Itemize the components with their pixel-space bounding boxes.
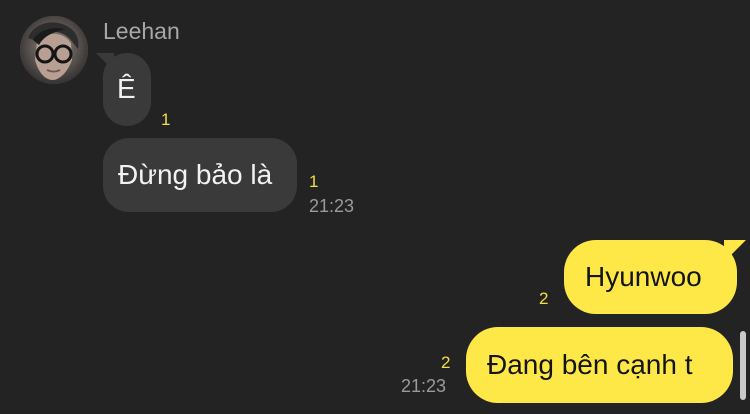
- incoming-message[interactable]: Ê: [103, 53, 151, 126]
- unread-count: 1: [309, 172, 319, 191]
- unread-count: 1: [161, 110, 171, 129]
- message-time: 21:23: [309, 196, 355, 216]
- chat-view: Leehan Ê 1 Đừng bảo là 1 21:23 Hyunwoo 2…: [0, 0, 750, 414]
- incoming-message[interactable]: Đừng bảo là: [103, 138, 297, 212]
- unread-count: 2: [441, 353, 451, 372]
- unread-count: 2: [539, 289, 549, 308]
- message-time: 21:23: [401, 376, 447, 396]
- outgoing-message[interactable]: Hyunwoo: [564, 240, 737, 314]
- avatar[interactable]: [20, 16, 88, 84]
- outgoing-message[interactable]: Đang bên cạnh t: [466, 327, 733, 403]
- profile-photo-icon: [20, 16, 88, 84]
- scrollbar[interactable]: [740, 331, 746, 400]
- sender-name: Leehan: [103, 18, 180, 44]
